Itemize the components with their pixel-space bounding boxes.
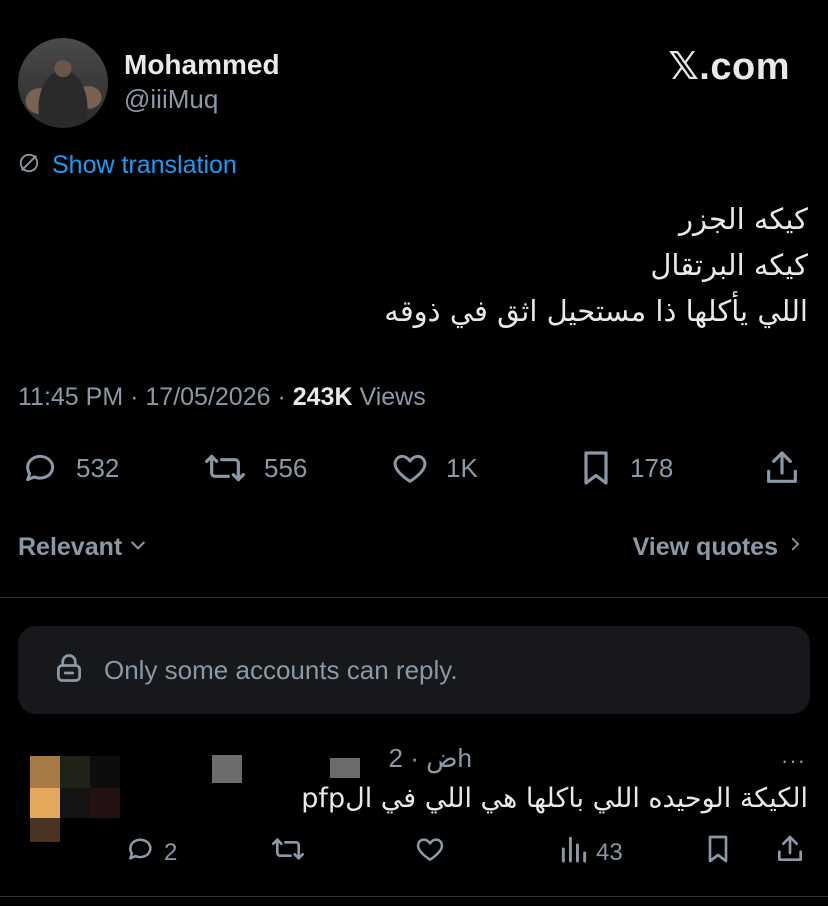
view-quotes-link[interactable]: View quotes bbox=[633, 533, 804, 562]
sort-replies-dropdown[interactable]: Relevant bbox=[18, 533, 148, 562]
view-quotes-label: View quotes bbox=[632, 533, 778, 561]
show-translation-label: Show translation bbox=[52, 151, 237, 179]
share-icon bbox=[762, 448, 802, 488]
reply-avatar[interactable] bbox=[28, 756, 123, 842]
reply-views-count: 43 bbox=[596, 838, 623, 866]
more-options-icon[interactable]: ··· bbox=[781, 748, 806, 774]
reply-restriction-label: Only some accounts can reply. bbox=[104, 654, 458, 685]
brand-logo: 𝕏.com bbox=[668, 46, 790, 88]
author-display-name[interactable]: Mohammed bbox=[124, 49, 280, 81]
bookmark-count: 178 bbox=[630, 452, 674, 483]
chevron-right-icon bbox=[786, 533, 804, 562]
reply-button[interactable]: 532 bbox=[20, 448, 119, 488]
tweet-time[interactable]: 11:45 PM bbox=[18, 383, 123, 411]
views-icon bbox=[558, 833, 590, 872]
reply-icon bbox=[20, 448, 62, 488]
repost-icon bbox=[200, 448, 250, 488]
like-count: 1K bbox=[446, 452, 478, 483]
bookmark-button[interactable]: 178 bbox=[576, 448, 673, 488]
tweet-date[interactable]: 17/05/2026 bbox=[145, 383, 270, 411]
reply-views-button[interactable]: 43 bbox=[558, 833, 623, 872]
tweet-line: اللي يأكلها ذا مستحيل اثق في ذوقه bbox=[384, 294, 808, 328]
reply-count: 532 bbox=[76, 452, 120, 483]
author-handle[interactable]: @iiiMuq bbox=[124, 84, 218, 115]
chevron-down-icon bbox=[128, 533, 148, 562]
reply-name-redacted bbox=[212, 755, 242, 783]
reply-repost-button[interactable] bbox=[268, 833, 314, 872]
reply-timestamp[interactable]: ض · 2h bbox=[389, 743, 472, 774]
reply-reply-count: 2 bbox=[164, 838, 178, 866]
meta-separator: · bbox=[130, 383, 139, 411]
tweet-line: كيكه البرتقال bbox=[650, 248, 808, 282]
like-button[interactable]: 1K bbox=[388, 448, 478, 488]
bookmark-icon bbox=[702, 833, 734, 872]
meta-separator: · bbox=[277, 383, 286, 411]
share-icon bbox=[774, 833, 806, 872]
reply-icon bbox=[124, 833, 158, 872]
repost-icon bbox=[268, 833, 308, 872]
sort-label: Relevant bbox=[18, 533, 123, 561]
reply-share-button[interactable] bbox=[774, 833, 806, 872]
divider bbox=[0, 896, 828, 897]
reply-text: الكيكة الوحيده اللي باكلها هي اللي في ال… bbox=[301, 783, 808, 814]
lock-icon bbox=[54, 651, 84, 690]
reply-reply-button[interactable]: 2 bbox=[124, 833, 177, 872]
reply-like-button[interactable] bbox=[412, 833, 454, 872]
views-count: 243K bbox=[292, 383, 353, 411]
bookmark-icon bbox=[576, 448, 616, 488]
repost-count: 556 bbox=[264, 452, 308, 483]
reply-restriction-banner: Only some accounts can reply. bbox=[18, 626, 810, 714]
reply-bookmark-button[interactable] bbox=[702, 833, 734, 872]
tweet-line: كيكه الجزر bbox=[679, 202, 808, 236]
heart-icon bbox=[412, 833, 448, 872]
reply-handle-redacted bbox=[330, 758, 360, 778]
show-translation-link[interactable]: Show translation bbox=[18, 151, 237, 180]
author-avatar[interactable] bbox=[18, 38, 108, 128]
share-button[interactable] bbox=[762, 448, 802, 488]
heart-icon bbox=[388, 448, 432, 488]
tweet-meta: 11:45 PM · 17/05/2026 · 243K Views bbox=[18, 383, 426, 412]
views-label: Views bbox=[359, 383, 426, 411]
divider bbox=[0, 597, 828, 598]
globe-slash-icon bbox=[18, 152, 40, 179]
tweet-text: كيكه الجزر كيكه البرتقال اللي يأكلها ذا … bbox=[108, 196, 808, 334]
repost-button[interactable]: 556 bbox=[200, 448, 307, 488]
